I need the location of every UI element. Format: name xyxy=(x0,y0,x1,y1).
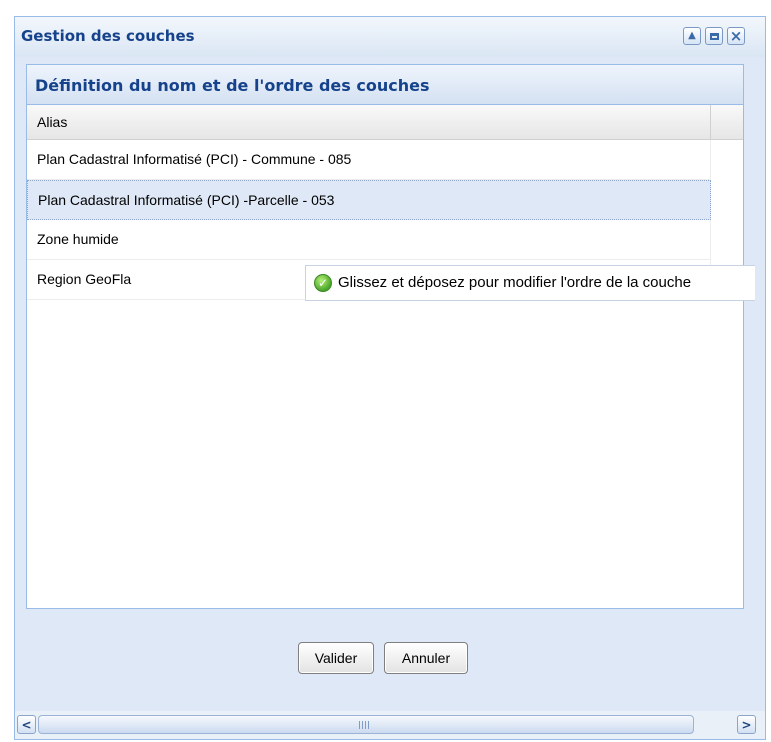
close-icon[interactable]: × xyxy=(727,27,745,45)
arrow-left-icon[interactable]: < xyxy=(17,715,36,734)
layer-row-selected[interactable]: Plan Cadastral Informatisé (PCI) -Parcel… xyxy=(27,180,711,220)
annuler-button[interactable]: Annuler xyxy=(384,642,468,674)
layer-order-panel: Définition du nom et de l'ordre des couc… xyxy=(26,64,744,609)
layer-row-label: Zone humide xyxy=(37,231,119,247)
valider-button[interactable]: Valider xyxy=(298,642,374,674)
window-titlebar[interactable]: Gestion des couches ▲ × xyxy=(15,17,765,57)
collapse-icon[interactable]: ▲ xyxy=(683,27,701,45)
grid-column-header: Alias xyxy=(27,105,743,140)
tooltip-text: Glissez et déposez pour modifier l'ordre… xyxy=(338,274,692,291)
layer-manager-window: Gestion des couches ▲ × Définition du no… xyxy=(14,16,766,740)
layer-row[interactable]: Plan Cadastral Informatisé (PCI) - Commu… xyxy=(27,140,711,180)
column-alias-label: Alias xyxy=(37,114,68,130)
panel-title: Définition du nom et de l'ordre des couc… xyxy=(35,76,430,95)
grip-icon xyxy=(359,721,371,729)
scrollbar-thumb[interactable] xyxy=(38,715,694,734)
maximize-icon[interactable] xyxy=(705,27,723,45)
layer-row-label: Plan Cadastral Informatisé (PCI) - Commu… xyxy=(37,151,352,167)
column-alias-header[interactable]: Alias xyxy=(27,105,711,139)
drag-drop-tooltip: ✓ Glissez et déposez pour modifier l'ord… xyxy=(305,265,755,301)
layer-row-label: Region GeoFla xyxy=(37,271,132,287)
horizontal-scrollbar[interactable]: < > xyxy=(15,711,765,739)
layer-row[interactable]: Zone humide xyxy=(27,220,711,260)
arrow-right-icon[interactable]: > xyxy=(737,715,756,734)
ok-icon: ✓ xyxy=(314,274,332,292)
window-title: Gestion des couches xyxy=(21,27,195,45)
panel-header: Définition du nom et de l'ordre des couc… xyxy=(27,65,743,105)
layer-row-label: Plan Cadastral Informatisé (PCI) -Parcel… xyxy=(38,192,335,208)
